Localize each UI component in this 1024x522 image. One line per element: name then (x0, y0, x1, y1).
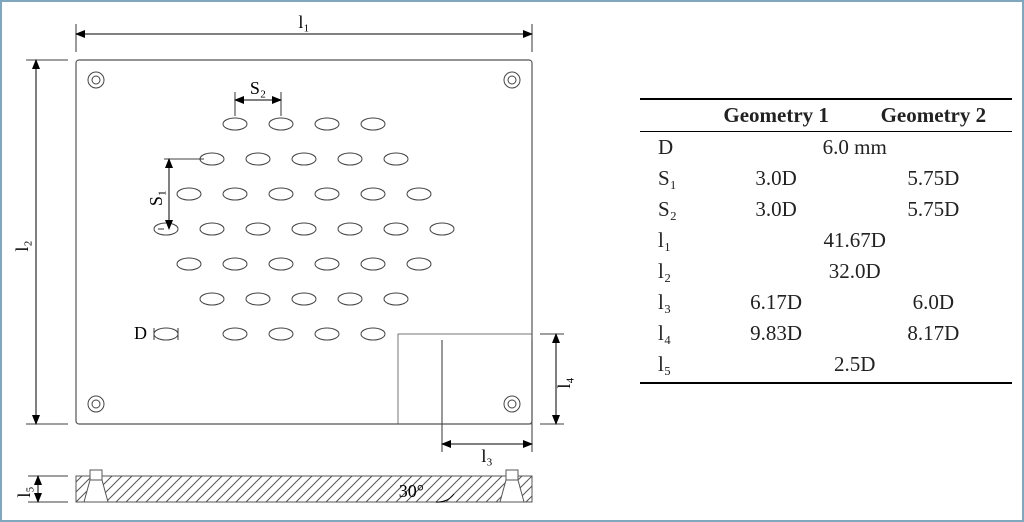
engineering-drawing: l₁ l₂ S₂ S₁ D l₃ l₄ (4, 4, 594, 520)
label-d: D (134, 323, 147, 343)
label-l2: l₂ (12, 240, 32, 251)
drawing-svg: l₁ l₂ S₂ S₁ D l₃ l₄ (4, 4, 594, 520)
plate-side-view (76, 476, 532, 502)
table-row: l₄9.83D8.17D (640, 318, 1012, 349)
col-g2: Geometry 2 (855, 99, 1012, 132)
table-row: D6.0 mm (640, 132, 1012, 164)
label-l5: l₅ (14, 486, 34, 497)
table-row: l₂32.0D (640, 256, 1012, 287)
col-g1: Geometry 1 (698, 99, 855, 132)
label-s2: S₂ (250, 78, 266, 98)
table-row: l₅2.5D (640, 349, 1012, 383)
table-row: S₂3.0D5.75D (640, 194, 1012, 225)
table-row: l₃6.17D6.0D (640, 287, 1012, 318)
label-l1: l₁ (298, 12, 309, 32)
geometry-table: Geometry 1 Geometry 2 D6.0 mm S₁3.0D5.75… (640, 98, 1012, 384)
table-row: S₁3.0D5.75D (640, 163, 1012, 194)
label-l4: l₄ (554, 377, 574, 388)
page: l₁ l₂ S₂ S₁ D l₃ l₄ (0, 0, 1024, 522)
label-s1: S₁ (146, 190, 166, 206)
label-angle: 30° (399, 481, 424, 501)
table-row: l₁41.67D (640, 225, 1012, 256)
label-l3: l₃ (481, 446, 492, 466)
plate-top-view (76, 60, 532, 424)
